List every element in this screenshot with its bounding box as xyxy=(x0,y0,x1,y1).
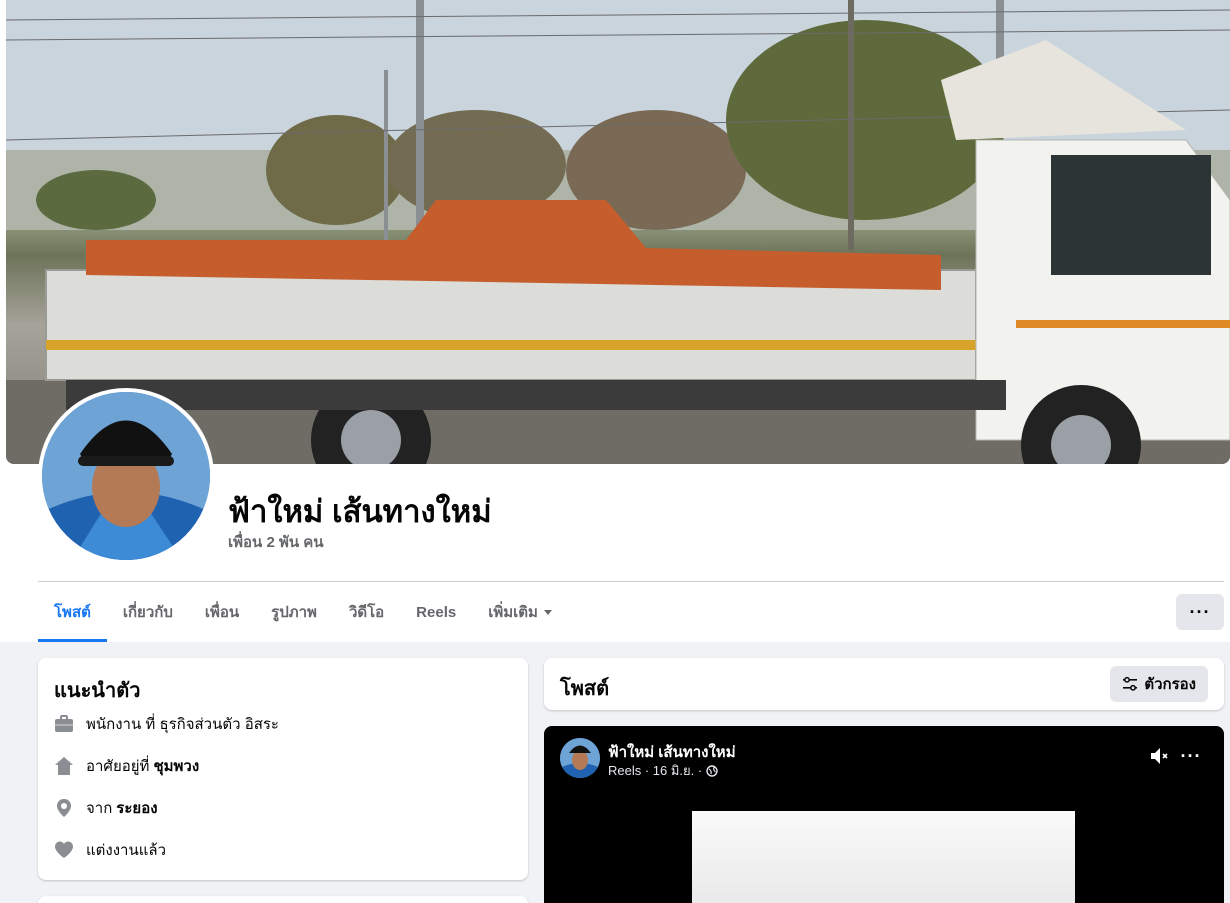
heart-icon xyxy=(54,840,74,860)
tab-label: วิดีโอ xyxy=(348,604,385,621)
tab-label: โพสต์ xyxy=(54,604,91,621)
intro-title: แนะนำตัว xyxy=(54,680,141,702)
intro-card: แนะนำตัว พนักงาน ที่ ธุรกิจส่วนตัว อิสระ… xyxy=(38,658,528,880)
tab-label: เพื่อน xyxy=(204,604,240,621)
secondary-card xyxy=(38,896,528,903)
home-icon xyxy=(54,756,74,776)
cover-photo[interactable] xyxy=(6,0,1230,464)
intro-work-text: พนักงาน ที่ ธุรกิจส่วนตัว อิสระ xyxy=(86,716,279,733)
intro-relationship-text: แต่งงานแล้ว xyxy=(86,842,167,859)
tab-label: เพิ่มเติม xyxy=(488,604,538,621)
cover-photo-truck-image xyxy=(6,0,1230,464)
filter-button[interactable]: ตัวกรอง xyxy=(1110,666,1208,702)
tab-friends[interactable]: เพื่อน xyxy=(189,582,255,642)
tab-label: เกี่ยวกับ xyxy=(122,604,173,621)
tab-posts[interactable]: โพสต์ xyxy=(38,582,107,642)
reel-meta: Reels · 16 มิ.ย. · xyxy=(608,760,718,781)
tab-reels[interactable]: Reels xyxy=(400,582,472,642)
posts-header-card: โพสต์ ตัวกรอง xyxy=(544,658,1224,710)
intro-from: จาก ระยอง xyxy=(54,796,158,820)
briefcase-icon xyxy=(54,714,74,734)
intro-work: พนักงาน ที่ ธุรกิจส่วนตัว อิสระ xyxy=(54,712,279,736)
tab-photos[interactable]: รูปภาพ xyxy=(255,582,333,642)
intro-lives-prefix: อาศัยอยู่ที่ xyxy=(86,758,150,775)
profile-header: ฟ้าใหม่ เส้นทางใหม่ เพื่อน 2 พัน คน โพสต… xyxy=(0,0,1230,642)
reel-more-button[interactable]: ··· xyxy=(1178,744,1204,768)
posts-title: โพสต์ xyxy=(560,678,610,700)
profile-name: ฟ้าใหม่ เส้นทางใหม่ xyxy=(228,494,492,529)
avatar-image xyxy=(42,392,210,560)
tab-about[interactable]: เกี่ยวกับ xyxy=(107,582,189,642)
tab-label: Reels xyxy=(416,603,457,621)
reel-meta-text[interactable]: Reels · 16 มิ.ย. · xyxy=(608,760,702,781)
reel-post[interactable]: ฟ้าใหม่ เส้นทางใหม่ Reels · 16 มิ.ย. · ·… xyxy=(544,726,1224,903)
tab-videos[interactable]: วิดีโอ xyxy=(333,582,400,642)
location-pin-icon xyxy=(54,798,74,818)
tab-more[interactable]: เพิ่มเติม xyxy=(472,582,568,642)
tab-label: รูปภาพ xyxy=(271,604,317,621)
profile-avatar[interactable] xyxy=(38,388,214,564)
intro-lives-value[interactable]: ชุมพวง xyxy=(153,754,199,778)
intro-lives: อาศัยอยู่ที่ ชุมพวง xyxy=(54,754,199,778)
more-options-button[interactable]: ··· xyxy=(1176,594,1224,630)
intro-from-value[interactable]: ระยอง xyxy=(116,796,157,820)
caret-down-icon xyxy=(543,609,552,615)
intro-from-prefix: จาก xyxy=(86,800,113,817)
friends-count[interactable]: เพื่อน 2 พัน คน xyxy=(228,530,324,554)
reel-author-avatar[interactable] xyxy=(560,738,600,778)
profile-tabs: โพสต์ เกี่ยวกับ เพื่อน รูปภาพ วิดีโอ Ree… xyxy=(38,582,568,642)
mute-icon[interactable] xyxy=(1148,744,1172,768)
globe-icon xyxy=(706,764,718,777)
intro-relationship: แต่งงานแล้ว xyxy=(54,838,166,862)
filter-sliders-icon xyxy=(1122,676,1138,692)
filter-label: ตัวกรอง xyxy=(1144,676,1196,693)
reel-video-frame[interactable] xyxy=(692,811,1075,903)
